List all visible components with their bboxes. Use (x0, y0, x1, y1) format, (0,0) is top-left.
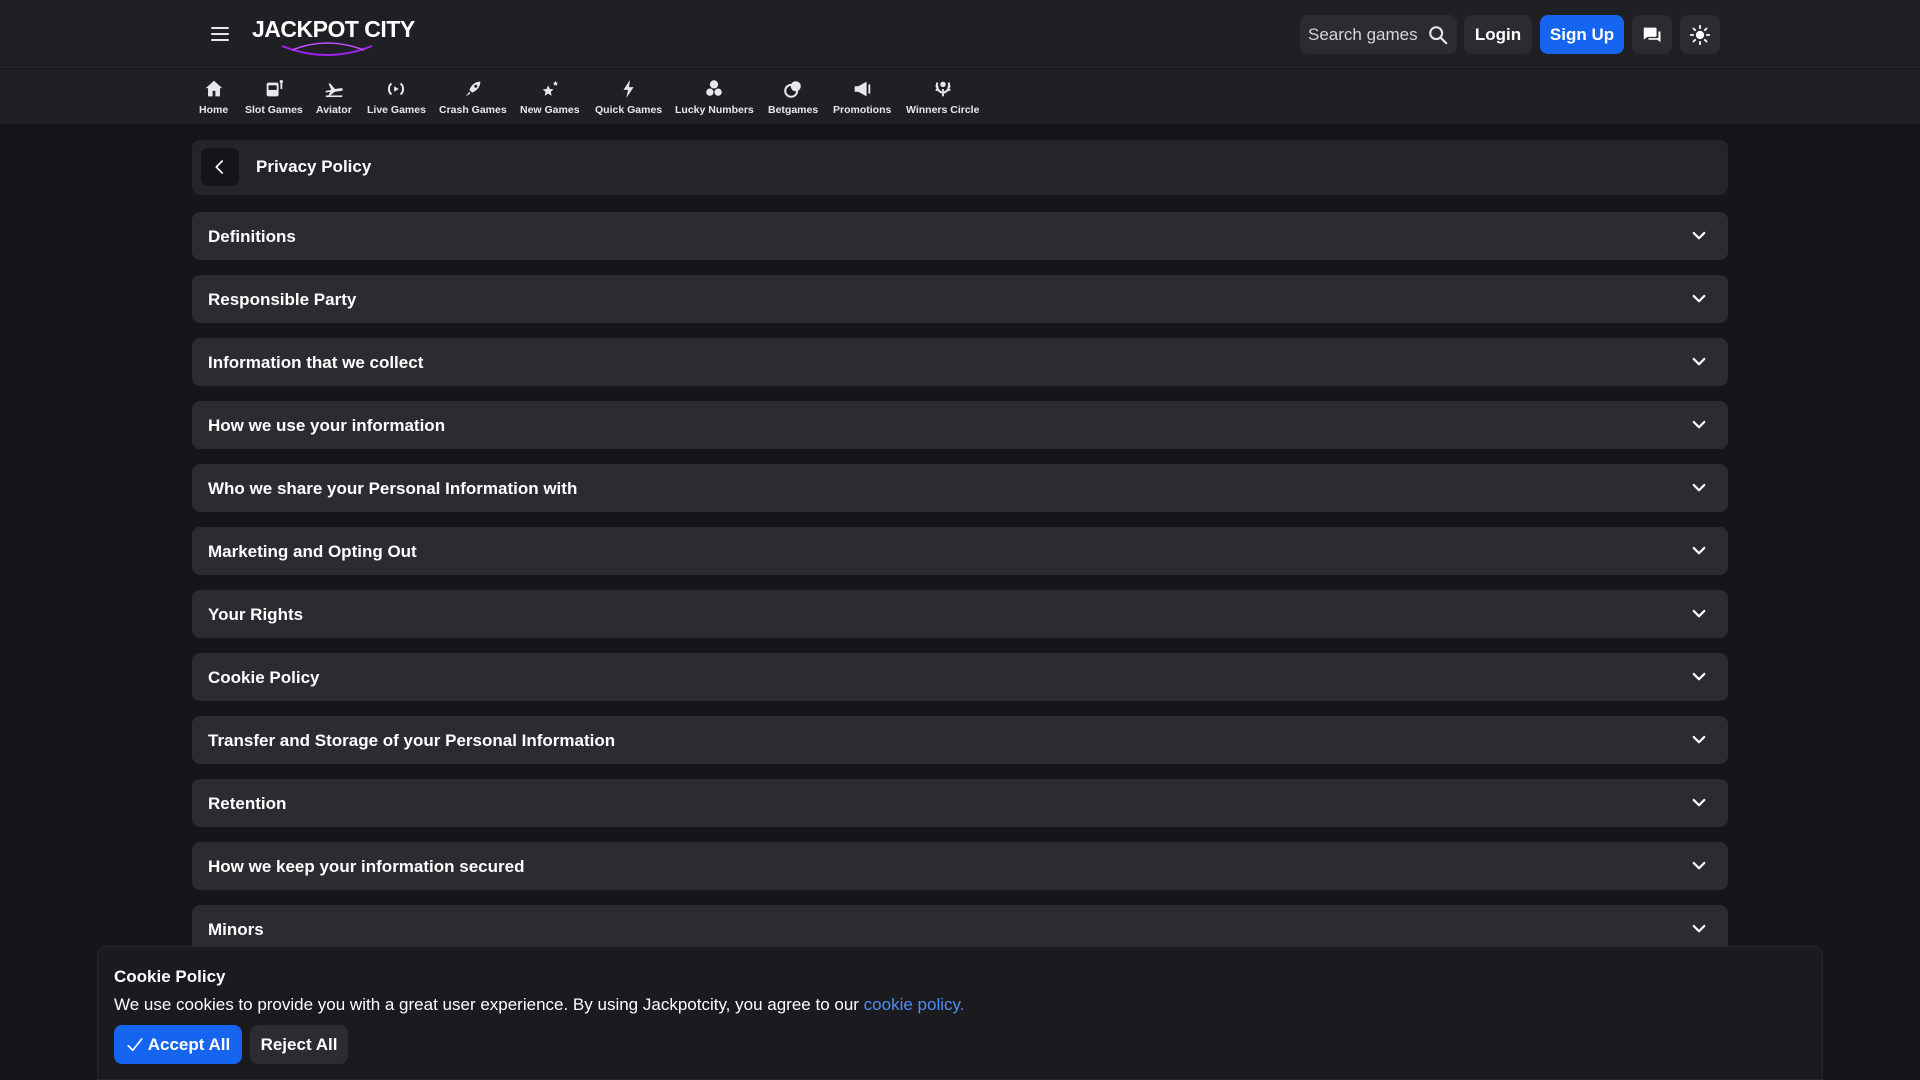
chevron-down-icon (1692, 609, 1706, 618)
nav-item-lucky-numbers[interactable]: Lucky Numbers (675, 78, 754, 116)
nav-item-winners-circle[interactable]: Winners Circle (906, 78, 979, 116)
accordion-cookie-policy[interactable]: Cookie Policy (192, 653, 1728, 701)
accept-all-label: Accept All (147, 1034, 231, 1054)
page-header: Privacy Policy (192, 140, 1728, 195)
nav-item-aviator[interactable]: Aviator (316, 78, 352, 116)
search-input[interactable]: Search games (1308, 25, 1427, 45)
nav-label: Quick Games (595, 104, 663, 116)
nav-label: Slot Games (245, 104, 303, 116)
cookie-banner-message: We use cookies to provide you with a gre… (114, 995, 864, 1014)
accordion-how-we-use[interactable]: How we use your information (192, 401, 1728, 449)
reject-all-button[interactable]: Reject All (250, 1025, 348, 1064)
top-bar: JACKPOT CITY Search games Login Sign Up (0, 0, 1920, 68)
nav-item-home[interactable]: Home (199, 78, 228, 116)
home-icon (205, 80, 222, 97)
stars-icon (542, 80, 558, 96)
accordion-title: Your Rights (208, 605, 304, 624)
plane-icon (325, 83, 343, 98)
sun-icon (1689, 24, 1711, 45)
slot-machine-icon (266, 80, 283, 97)
accept-all-button[interactable]: Accept All (114, 1025, 242, 1064)
chevron-down-icon (1692, 735, 1706, 744)
chat-icon (1643, 27, 1661, 42)
chevron-down-icon (1692, 924, 1706, 933)
nav-item-betgames[interactable]: Betgames (768, 78, 818, 116)
logo[interactable]: JACKPOT CITY (252, 12, 415, 56)
accordion-your-rights[interactable]: Your Rights (192, 590, 1728, 638)
chevron-down-icon (1692, 420, 1706, 429)
search-icon[interactable] (1427, 24, 1449, 46)
logo-swoosh-icon (281, 42, 373, 56)
laurel-icon (935, 81, 951, 97)
nav-label: Winners Circle (906, 104, 980, 116)
theme-toggle-button[interactable] (1680, 15, 1720, 54)
chevron-down-icon (1692, 483, 1706, 492)
rocket-icon (465, 81, 481, 97)
nav-item-live-games[interactable]: Live Games (367, 78, 426, 116)
cookie-banner-text: We use cookies to provide you with a gre… (114, 995, 964, 1015)
accordion-transfer-storage[interactable]: Transfer and Storage of your Personal In… (192, 716, 1728, 764)
megaphone-icon (854, 81, 871, 97)
accordion-title: Marketing and Opting Out (208, 542, 417, 561)
coins-icon (784, 81, 801, 98)
chevron-left-icon (215, 160, 224, 174)
chat-button[interactable] (1632, 15, 1672, 54)
category-nav: Home Slot Games Aviator Live Games Crash… (0, 69, 1920, 124)
accordion-title: Definitions (208, 227, 296, 246)
accordion-title: Responsible Party (208, 290, 357, 309)
hamburger-menu-icon[interactable] (204, 18, 236, 50)
chevron-down-icon (1692, 798, 1706, 807)
chevron-down-icon (1692, 231, 1706, 240)
nav-label: New Games (520, 104, 580, 116)
nav-label: Aviator (316, 104, 352, 116)
nav-item-promotions[interactable]: Promotions (833, 78, 891, 116)
accordion-security[interactable]: How we keep your information secured (192, 842, 1728, 890)
accordion-title: Who we share your Personal Information w… (208, 479, 578, 498)
nav-label: Crash Games (439, 104, 507, 116)
login-button[interactable]: Login (1464, 15, 1532, 54)
nav-label: Betgames (768, 104, 819, 116)
live-broadcast-icon (388, 82, 405, 96)
nav-item-new-games[interactable]: New Games (520, 78, 580, 116)
page-title: Privacy Policy (256, 157, 372, 176)
search-box[interactable]: Search games (1300, 15, 1457, 54)
nav-label: Promotions (833, 104, 892, 116)
accordion-who-we-share[interactable]: Who we share your Personal Information w… (192, 464, 1728, 512)
lightning-icon (623, 79, 634, 99)
accordion-title: How we use your information (208, 416, 446, 435)
accordion-title: Retention (208, 794, 287, 813)
cookie-policy-link[interactable]: cookie policy. (864, 995, 965, 1014)
chevron-down-icon (1692, 357, 1706, 366)
cookie-banner-title: Cookie Policy (114, 967, 226, 986)
lottery-balls-icon (705, 80, 724, 97)
accordion-title: Cookie Policy (208, 668, 320, 687)
chevron-down-icon (1692, 294, 1706, 303)
accordion-responsible-party[interactable]: Responsible Party (192, 275, 1728, 323)
nav-label: Live Games (367, 104, 426, 116)
cookie-banner: Cookie Policy We use cookies to provide … (97, 946, 1823, 1080)
accordion-definitions[interactable]: Definitions (192, 212, 1728, 260)
accordion-retention[interactable]: Retention (192, 779, 1728, 827)
accordion-title: Information that we collect (208, 353, 424, 372)
nav-item-slot-games[interactable]: Slot Games (245, 78, 303, 116)
signup-button[interactable]: Sign Up (1540, 15, 1624, 54)
accordion-title: How we keep your information secured (208, 857, 525, 876)
accordion-information-collected[interactable]: Information that we collect (192, 338, 1728, 386)
accordion-title: Minors (208, 920, 264, 939)
accordion-title: Transfer and Storage of your Personal In… (208, 731, 616, 750)
chevron-down-icon (1692, 546, 1706, 555)
chevron-down-icon (1692, 672, 1706, 681)
checkmark-icon (127, 1037, 143, 1051)
back-button[interactable] (201, 148, 239, 186)
nav-item-quick-games[interactable]: Quick Games (595, 78, 662, 116)
nav-label: Home (199, 104, 229, 116)
nav-item-crash-games[interactable]: Crash Games (439, 78, 507, 116)
nav-label: Lucky Numbers (675, 104, 754, 116)
accordion-marketing[interactable]: Marketing and Opting Out (192, 527, 1728, 575)
chevron-down-icon (1692, 861, 1706, 870)
